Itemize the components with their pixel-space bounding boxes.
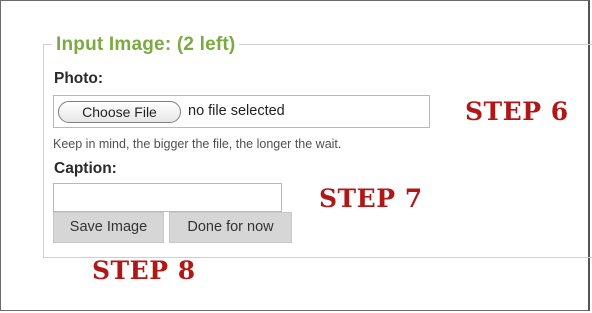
- step-7-annotation: STEP 7: [319, 184, 423, 213]
- done-for-now-button[interactable]: Done for now: [169, 212, 292, 243]
- file-status-text: no file selected: [188, 103, 285, 119]
- save-image-button[interactable]: Save Image: [53, 212, 164, 243]
- step-6-annotation: STEP 6: [465, 97, 569, 126]
- choose-file-button[interactable]: Choose File: [58, 101, 181, 123]
- caption-input[interactable]: [53, 183, 282, 212]
- upload-hint: Keep in mind, the bigger the file, the l…: [53, 137, 342, 151]
- caption-label: Caption:: [54, 160, 117, 177]
- step-8-annotation: STEP 8: [92, 256, 196, 285]
- photo-label: Photo:: [54, 70, 104, 87]
- fieldset-legend: Input Image: (2 left): [52, 34, 240, 56]
